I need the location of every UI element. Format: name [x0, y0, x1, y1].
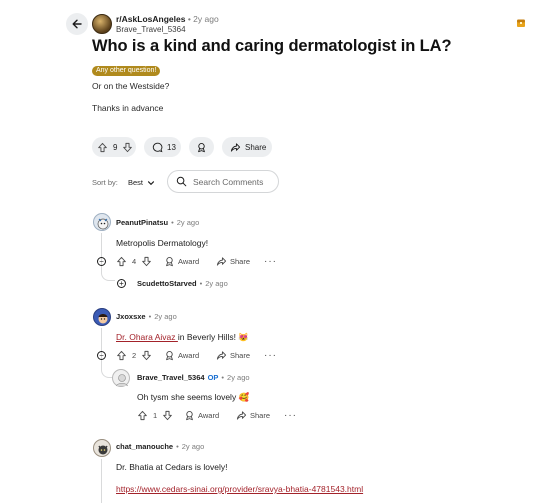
reply-header: ScudettoStarved • 2y ago [137, 279, 228, 288]
award-ribbon-icon [198, 142, 205, 152]
comment-author[interactable]: chat_manouche [116, 442, 173, 451]
award-ribbon-icon [186, 411, 193, 421]
vote-count: 9 [113, 142, 118, 152]
reply-header: Brave_Travel_5364 OP • 2y ago [137, 373, 250, 382]
subreddit-name[interactable]: r/AskLosAngeles [116, 14, 185, 24]
reply-connector [101, 271, 115, 281]
comment-author[interactable]: PeanutPinatsu [116, 218, 168, 227]
award-label: Award [178, 351, 200, 360]
reply-time: 2y ago [227, 373, 250, 382]
award-button[interactable] [189, 137, 214, 157]
post-author[interactable]: Brave_Travel_5364 [116, 25, 186, 34]
avatar[interactable] [93, 439, 111, 457]
minus-circle-icon[interactable]: − [97, 351, 106, 360]
award-button[interactable]: Award [164, 256, 199, 267]
award-ribbon-icon [166, 257, 173, 267]
comment-vote: 2 [116, 350, 152, 361]
comment-author[interactable]: Jxoxsxe [116, 312, 146, 321]
search-icon [176, 176, 187, 187]
arrow-down-icon[interactable] [141, 350, 152, 361]
reply-vote-count: 1 [153, 411, 158, 420]
comment-vote-count: 4 [132, 257, 137, 266]
comment-header: Jxoxsxe • 2y ago [116, 312, 177, 321]
share-label: Share [230, 351, 251, 360]
reply-author[interactable]: Brave_Travel_5364 [137, 373, 205, 382]
post-body-line-2: Thanks in advance [92, 103, 164, 113]
sort-label: Sort by: [92, 178, 118, 187]
arrow-left-icon [72, 19, 82, 29]
treasure-chest-icon[interactable] [516, 18, 526, 28]
award-button[interactable]: Award [184, 410, 219, 421]
ellipsis-icon[interactable]: ··· [284, 410, 297, 421]
comment-link[interactable]: https://www.cedars-sinai.org/provider/sr… [116, 484, 363, 494]
comments-button[interactable]: 13 [144, 137, 181, 157]
comment-header: chat_manouche • 2y ago [116, 442, 205, 451]
sort-value: Best [128, 178, 144, 187]
thread-line[interactable] [101, 459, 102, 503]
arrow-up-icon[interactable] [137, 410, 148, 421]
search-placeholder: Search Comments [193, 176, 264, 187]
comment-header: PeanutPinatsu • 2y ago [116, 218, 200, 227]
share-label: Share [250, 411, 271, 420]
comment-link[interactable]: Dr. Ohara Aivaz [116, 332, 178, 342]
share-label: Share [245, 142, 267, 152]
chevron-down-icon [147, 180, 155, 185]
share-button[interactable]: Share [236, 410, 270, 421]
subreddit-avatar[interactable] [92, 14, 112, 34]
comment-text: Metropolis Dermatology! [116, 238, 209, 248]
vote-pill: 9 [92, 137, 136, 157]
award-ribbon-icon [166, 351, 173, 361]
arrow-up-icon[interactable] [97, 142, 108, 153]
comment-time: 2y ago [176, 218, 200, 227]
share-arrow-icon [236, 411, 247, 420]
comment-text: Dr. Ohara Aivaz in Beverly Hills! 😻 [116, 332, 249, 343]
share-arrow-icon [216, 351, 227, 360]
plus-circle-icon[interactable]: + [117, 279, 126, 288]
comment-text-after: in Beverly Hills! 😻 [177, 332, 249, 342]
thread-line[interactable] [101, 328, 102, 368]
reply-time: 2y ago [205, 279, 228, 288]
speech-bubble-icon [152, 142, 163, 152]
comment-vote: 4 [116, 256, 152, 267]
share-button[interactable]: Share [216, 350, 250, 361]
share-arrow-icon [230, 142, 241, 152]
post-time: 2y ago [193, 14, 219, 24]
award-label: Award [178, 257, 200, 266]
post-title: Who is a kind and caring dermatologist i… [92, 37, 452, 55]
ellipsis-icon[interactable]: ··· [264, 350, 277, 361]
sort-dropdown[interactable]: Best [128, 178, 155, 187]
comment-time: 2y ago [181, 442, 205, 451]
subreddit-line: r/AskLosAngeles • 2y ago [116, 14, 219, 24]
arrow-down-icon[interactable] [141, 256, 152, 267]
reply-text: Oh tysm she seems lovely 🥰 [137, 392, 250, 402]
avatar[interactable] [93, 213, 111, 231]
award-label: Award [198, 411, 220, 420]
post-flair[interactable]: Any other question! [92, 66, 161, 76]
comment-count: 13 [167, 142, 176, 152]
arrow-up-icon[interactable] [116, 350, 127, 361]
share-button[interactable]: Share [222, 137, 272, 157]
avatar[interactable] [112, 369, 130, 387]
comment-time: 2y ago [154, 312, 177, 321]
share-label: Share [230, 257, 251, 266]
avatar[interactable] [93, 308, 111, 326]
comment-text: Dr. Bhatia at Cedars is lovely! [116, 462, 228, 472]
reply-author[interactable]: ScudettoStarved [137, 279, 197, 288]
arrow-down-icon[interactable] [162, 410, 173, 421]
arrow-up-icon[interactable] [116, 256, 127, 267]
post-body-line-1: Or on the Westside? [92, 81, 170, 91]
arrow-down-icon[interactable] [122, 142, 133, 153]
reply-vote: 1 [137, 410, 173, 421]
award-button[interactable]: Award [164, 350, 199, 361]
share-button[interactable]: Share [216, 256, 250, 267]
minus-circle-icon[interactable]: − [97, 257, 106, 266]
search-comments-input[interactable]: Search Comments [167, 170, 279, 193]
op-badge: OP [207, 373, 219, 382]
comment-vote-count: 2 [132, 351, 137, 360]
ellipsis-icon[interactable]: ··· [264, 256, 277, 267]
back-button[interactable] [66, 13, 88, 35]
share-arrow-icon [216, 257, 227, 266]
